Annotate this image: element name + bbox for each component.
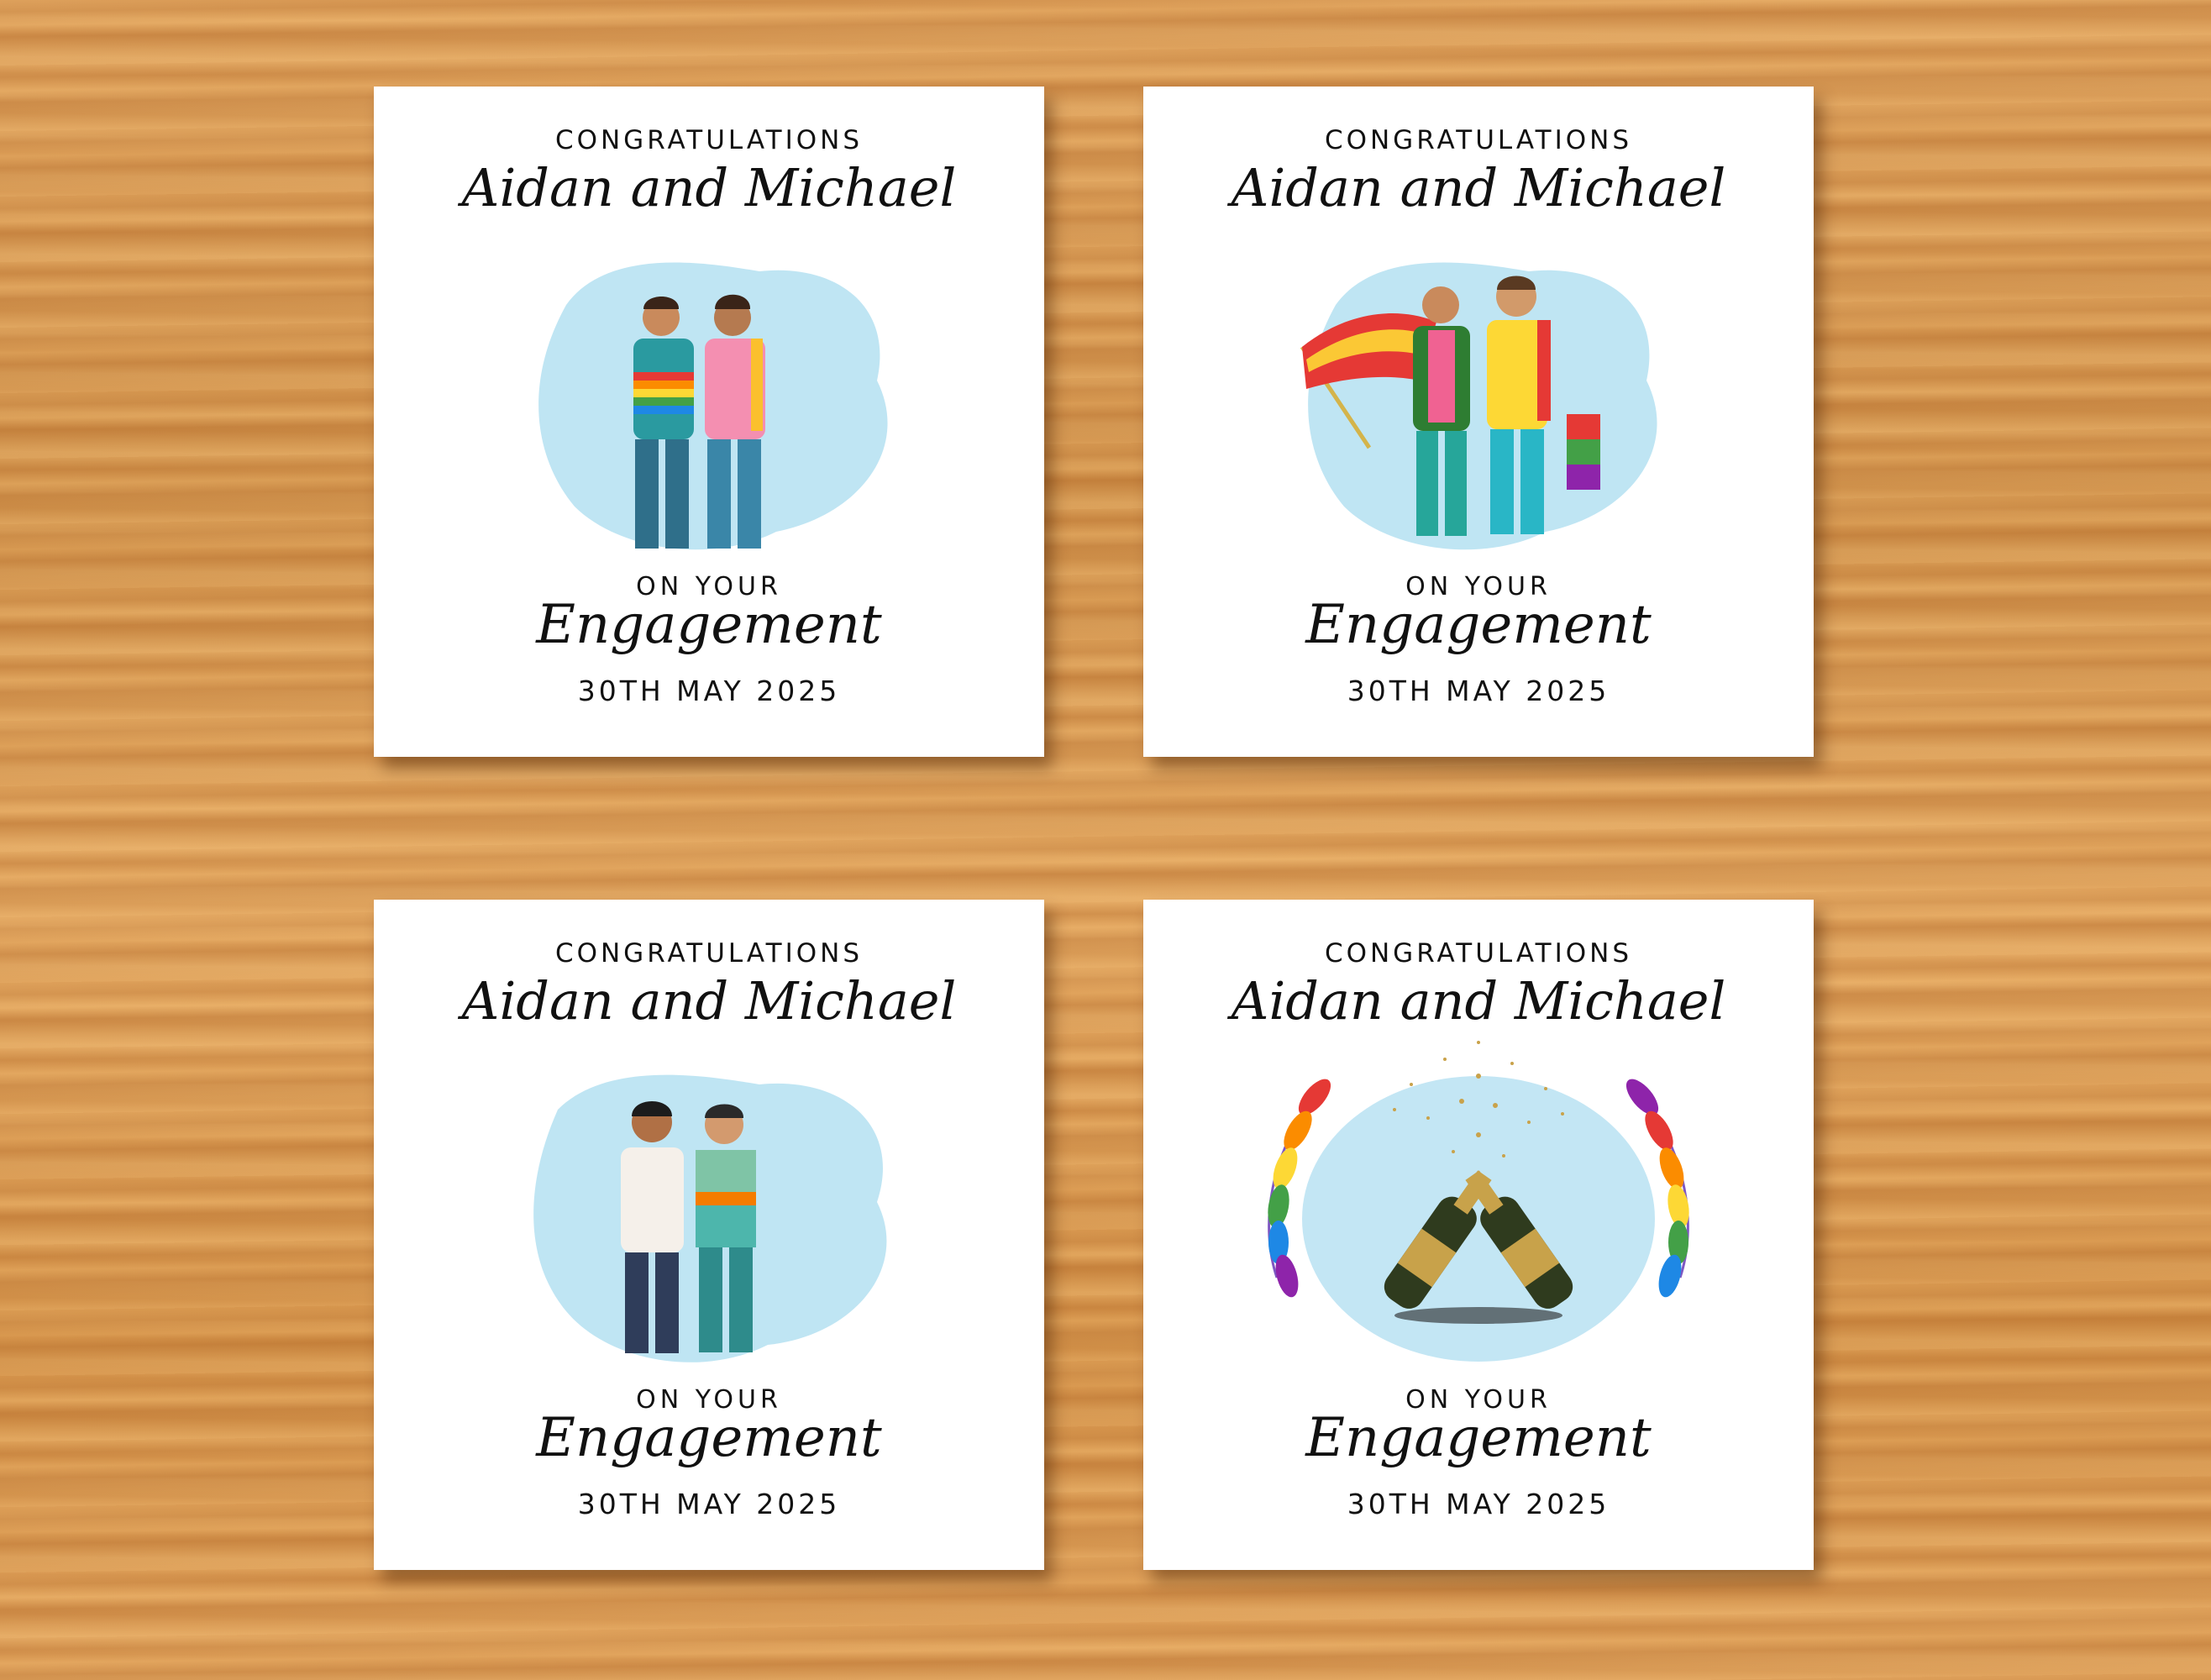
couple-illustration: [533, 1074, 887, 1362]
card-holding-hands: CONGRATULATIONS Aidan and Michael ON YOU…: [374, 900, 1044, 1570]
congratulations-text: CONGRATULATIONS: [1324, 938, 1633, 969]
congratulations-text: CONGRATULATIONS: [1324, 125, 1633, 155]
engagement-text: Engagement: [536, 1407, 882, 1469]
engagement-text: Engagement: [1305, 594, 1652, 656]
date-text: 30TH MAY 2025: [577, 675, 841, 707]
date-text: 30TH MAY 2025: [577, 1488, 841, 1520]
champagne-illustration: [1268, 1041, 1689, 1362]
card-pride-flags: CONGRATULATIONS Aidan and Michael ON YOU…: [1143, 87, 1814, 757]
date-text: 30TH MAY 2025: [1347, 675, 1610, 707]
card-champagne: CONGRATULATIONS Aidan and Michael ON YOU…: [1143, 900, 1814, 1570]
engagement-text: Engagement: [536, 594, 882, 656]
engagement-text: Engagement: [1305, 1407, 1652, 1469]
couple-illustration: [1300, 262, 1657, 550]
date-text: 30TH MAY 2025: [1347, 1488, 1610, 1520]
names-text: Aidan and Michael: [1231, 157, 1726, 218]
congratulations-text: CONGRATULATIONS: [554, 938, 864, 969]
couple-illustration: [538, 262, 888, 550]
congratulations-text: CONGRATULATIONS: [554, 125, 864, 155]
names-text: Aidan and Michael: [461, 157, 957, 218]
names-text: Aidan and Michael: [461, 970, 957, 1032]
names-text: Aidan and Michael: [1231, 970, 1726, 1032]
card-rainbow-shirts: CONGRATULATIONS Aidan and Michael ON YOU…: [374, 87, 1044, 757]
